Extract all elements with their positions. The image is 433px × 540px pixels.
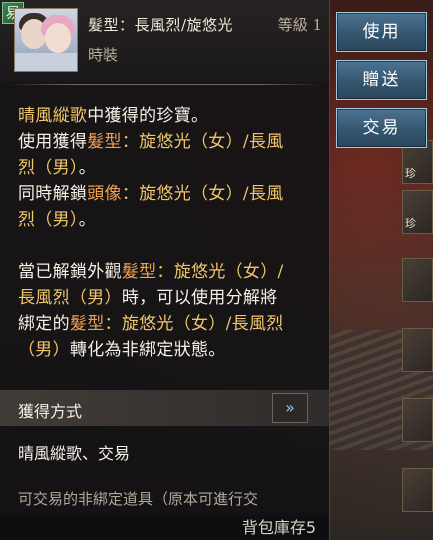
inventory-slot[interactable] bbox=[402, 468, 433, 512]
desc-line: 晴風縱歌中獲得的珍寶。 bbox=[18, 103, 323, 129]
item-header: 易 髮型：長風烈/旋悠光 等級 1 時裝 bbox=[0, 0, 329, 82]
desc-line: 使用獲得髮型：旋悠光（女）/長風 bbox=[18, 129, 323, 155]
inventory-slot[interactable] bbox=[402, 258, 433, 302]
desc-segment: 頭像 bbox=[87, 184, 122, 204]
desc-segment: 。 bbox=[78, 158, 97, 178]
inventory-count-label: 背包庫存5 bbox=[241, 518, 316, 537]
gift-button[interactable]: 贈送 bbox=[336, 60, 427, 100]
desc-line: 當已解鎖外觀髮型：旋悠光（女）/ bbox=[18, 259, 323, 285]
desc-segment: ：旋悠光（女）/ bbox=[156, 262, 284, 282]
inventory-slot[interactable] bbox=[402, 398, 433, 442]
desc-line: 烈（男）。 bbox=[18, 155, 323, 181]
obtain-sources: 晴風縱歌、交易 bbox=[18, 444, 131, 463]
desc-segment: 烈（男） bbox=[18, 210, 79, 230]
item-description: 晴風縱歌中獲得的珍寶。 使用獲得髮型：旋悠光（女）/長風 烈（男）。 同時解鎖頭… bbox=[18, 103, 323, 363]
desc-segment: 烈（男） bbox=[18, 158, 79, 178]
header-divider bbox=[8, 84, 322, 85]
item-name: 髮型：長風烈/旋悠光 bbox=[88, 16, 234, 34]
trade-button[interactable]: 交易 bbox=[336, 108, 427, 148]
desc-segment: 。 bbox=[78, 210, 97, 230]
desc-segment: 中獲得的珍寶。 bbox=[87, 106, 209, 126]
desc-segment: 當已解鎖外觀 bbox=[18, 262, 122, 282]
double-chevron-right-icon[interactable]: » bbox=[272, 393, 308, 423]
inventory-count-bar: 背包庫存5 bbox=[0, 508, 329, 540]
inventory-slot[interactable]: 珍 bbox=[402, 190, 433, 234]
obtain-method-header: 獲得方式 » bbox=[0, 390, 329, 426]
desc-segment: 轉化為非綁定狀態。 bbox=[69, 340, 226, 360]
desc-segment: 髮型 bbox=[87, 132, 122, 152]
item-tooltip-panel: 易 髮型：長風烈/旋悠光 等級 1 時裝 晴風縱歌中獲得的珍寶。 使用獲得髮型：… bbox=[0, 0, 330, 540]
desc-segment: 綁定的 bbox=[18, 314, 70, 334]
desc-line: 同時解鎖頭像：旋悠光（女）/長風 bbox=[18, 181, 323, 207]
desc-segment: ：旋悠光（女）/長風 bbox=[121, 132, 284, 152]
item-portrait bbox=[14, 8, 78, 72]
desc-line: （男）轉化為非綁定狀態。 bbox=[18, 337, 323, 363]
obtain-method-title: 獲得方式 bbox=[18, 402, 83, 421]
desc-segment: 髮型 bbox=[69, 314, 105, 334]
inventory-slot[interactable] bbox=[402, 328, 433, 372]
trade-note-text: 可交易的非綁定道具（原本可進行交 bbox=[18, 490, 259, 508]
desc-segment: ：旋悠光（女）/長風烈 bbox=[104, 314, 284, 334]
desc-segment: 晴風縱歌 bbox=[18, 106, 88, 126]
slot-rarity-tag: 珍 bbox=[405, 217, 416, 230]
desc-segment: （男） bbox=[18, 340, 70, 360]
desc-line: 長風烈（男）時，可以使用分解將 bbox=[18, 285, 323, 311]
desc-line: 烈（男）。 bbox=[18, 207, 323, 233]
item-type: 時裝 bbox=[88, 46, 119, 64]
desc-segment: 時，可以使用分解將 bbox=[121, 288, 278, 308]
slot-rarity-tag: 珍 bbox=[405, 167, 416, 180]
item-level: 等級 1 bbox=[277, 16, 322, 34]
desc-segment: 髮型 bbox=[121, 262, 157, 282]
desc-segment: 使用獲得 bbox=[18, 132, 88, 152]
desc-segment: 同時解鎖 bbox=[18, 184, 88, 204]
desc-segment: 長風烈（男） bbox=[18, 288, 122, 308]
use-button[interactable]: 使用 bbox=[336, 12, 427, 52]
desc-line: 綁定的髮型：旋悠光（女）/長風烈 bbox=[18, 311, 323, 337]
desc-segment: ：旋悠光（女）/長風 bbox=[121, 184, 284, 204]
